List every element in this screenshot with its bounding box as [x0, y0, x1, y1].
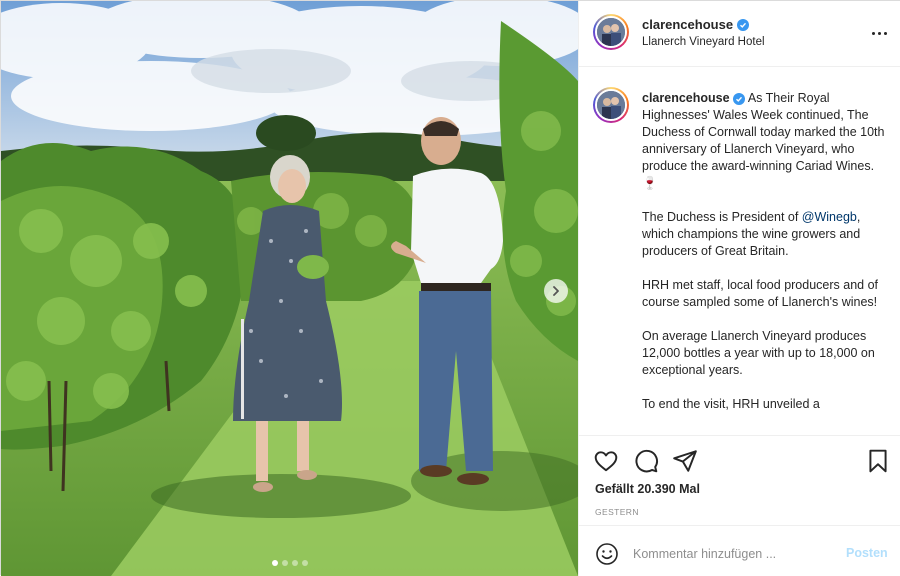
verified-badge-icon	[737, 18, 750, 31]
likes-count[interactable]: Gefällt 20.390 Mal	[595, 482, 700, 496]
carousel-next-button[interactable]	[544, 279, 568, 303]
username-text[interactable]: clarencehouse	[642, 17, 733, 32]
post-side-panel: clarencehouse Llanerch Vineyard Hotel cl…	[578, 1, 900, 576]
caption-paragraph: As Their Royal Highnesses' Wales Week co…	[642, 91, 885, 190]
caption-paragraph: HRH met staff, local food producers and …	[642, 278, 878, 309]
post-header: clarencehouse Llanerch Vineyard Hotel	[579, 1, 900, 67]
post-photo[interactable]	[1, 1, 578, 576]
instagram-post: clarencehouse Llanerch Vineyard Hotel cl…	[0, 0, 900, 576]
carousel-dot	[301, 560, 308, 566]
more-options-icon[interactable]	[869, 25, 889, 41]
carousel-indicator	[1, 560, 578, 566]
location-link[interactable]: Llanerch Vineyard Hotel	[642, 36, 765, 48]
paper-plane-icon[interactable]	[672, 448, 698, 474]
bookmark-icon[interactable]	[865, 448, 891, 474]
avatar[interactable]	[593, 14, 629, 50]
caption-area: clarencehouse As Their Royal Highnesses'…	[579, 67, 900, 434]
profile-photo	[597, 18, 625, 46]
carousel-dot	[281, 560, 288, 566]
verified-badge-icon	[733, 93, 746, 105]
post-date[interactable]: GESTERN	[595, 507, 639, 517]
carousel-dot	[271, 560, 278, 566]
comment-icon[interactable]	[633, 448, 659, 474]
username-link[interactable]: clarencehouse	[642, 17, 750, 32]
avatar[interactable]	[593, 87, 629, 123]
comment-bar: Posten	[579, 525, 900, 576]
caption-paragraph: On average Llanerch Vineyard produces 12…	[642, 329, 875, 377]
emoji-icon[interactable]	[595, 542, 619, 566]
caption-paragraph: To end the visit, HRH unveiled a	[642, 397, 820, 411]
heart-icon[interactable]	[593, 448, 619, 474]
chevron-right-icon	[553, 286, 559, 296]
caption-username[interactable]: clarencehouse	[642, 91, 730, 105]
post-comment-button[interactable]: Posten	[846, 546, 888, 560]
vineyard-photo	[1, 1, 578, 576]
caption-text: clarencehouse As Their Royal Highnesses'…	[642, 90, 892, 430]
mention-link[interactable]: @Winegb	[802, 210, 857, 224]
comment-input[interactable]	[633, 544, 833, 564]
caption-paragraph: The Duchess is President of	[642, 210, 802, 224]
profile-photo	[597, 91, 625, 119]
carousel-dot	[291, 560, 298, 566]
